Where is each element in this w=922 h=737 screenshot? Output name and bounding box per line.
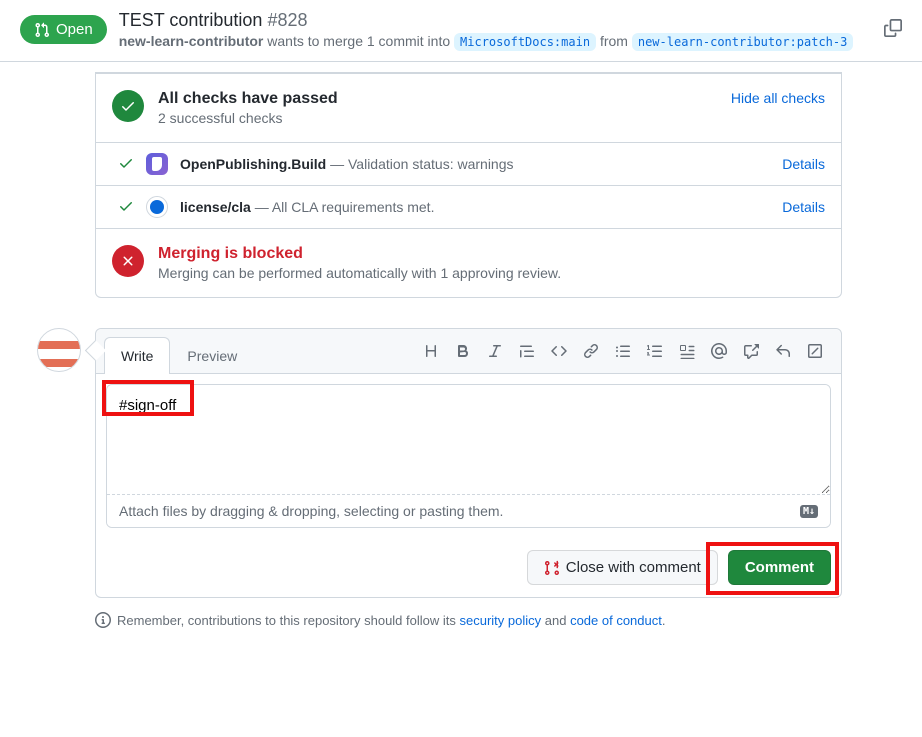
pr-title: TEST contribution #828: [119, 10, 872, 31]
quote-button[interactable]: [519, 343, 535, 359]
info-icon: [95, 612, 111, 628]
pr-meta: new-learn-contributor wants to merge 1 c…: [119, 33, 872, 49]
tasklist-button[interactable]: [679, 343, 695, 359]
check-success-icon: [118, 198, 134, 217]
pr-base-branch[interactable]: MicrosoftDocs:main: [454, 33, 596, 51]
check-name[interactable]: OpenPublishing.Build: [180, 156, 326, 172]
footer-mid: and: [541, 613, 570, 628]
code-icon: [551, 343, 567, 359]
unordered-list-button[interactable]: [615, 343, 631, 359]
pr-title-text: TEST contribution: [119, 10, 263, 30]
attach-files-hint[interactable]: Attach files by dragging & dropping, sel…: [107, 495, 830, 527]
check-details-link[interactable]: Details: [782, 156, 825, 172]
check-desc: — All CLA requirements met.: [251, 199, 435, 215]
tab-preview[interactable]: Preview: [170, 337, 254, 374]
merge-blocked-title: Merging is blocked: [158, 245, 825, 263]
pr-header-titles: TEST contribution #828 new-learn-contrib…: [119, 10, 872, 49]
italic-icon: [487, 343, 503, 359]
pr-author[interactable]: new-learn-contributor: [119, 33, 264, 49]
comment-button[interactable]: Comment: [728, 550, 831, 585]
heading-button[interactable]: [423, 343, 439, 359]
check-desc: — Validation status: warnings: [326, 156, 513, 172]
merge-blocked-sub: Merging can be performed automatically w…: [158, 265, 825, 281]
check-success-icon: [118, 155, 134, 174]
comment-btn-label: Comment: [745, 559, 814, 576]
mention-icon: [711, 343, 727, 359]
status-success-icon: [112, 90, 144, 122]
current-user-avatar[interactable]: [37, 328, 81, 372]
check-app-avatar: [146, 153, 168, 175]
footer-prefix: Remember, contributions to this reposito…: [117, 613, 460, 628]
git-pull-request-icon: [34, 22, 50, 38]
check-name[interactable]: license/cla: [180, 199, 251, 215]
pr-state-badge: Open: [20, 15, 107, 44]
comment-tabs: Write Preview: [96, 329, 841, 374]
x-icon: [120, 253, 136, 269]
check-icon: [120, 98, 136, 114]
cross-reference-icon: [743, 343, 759, 359]
status-blocked-icon: [112, 245, 144, 277]
tab-write[interactable]: Write: [104, 337, 170, 374]
check-row: OpenPublishing.Build — Validation status…: [96, 143, 841, 186]
footer-suffix: .: [662, 613, 666, 628]
bold-icon: [455, 343, 471, 359]
copy-icon: [884, 19, 902, 37]
check-icon: [118, 198, 134, 214]
check-row: license/cla — All CLA requirements met. …: [96, 186, 841, 229]
merge-blocked-section: Merging is blocked Merging can be perfor…: [96, 229, 841, 297]
check-icon: [118, 155, 134, 171]
pr-head-branch[interactable]: new-learn-contributor:patch-3: [632, 33, 854, 51]
link-button[interactable]: [583, 343, 599, 359]
check-app-avatar: [146, 196, 168, 218]
contribution-footer-note: Remember, contributions to this reposito…: [95, 612, 842, 628]
heading-icon: [423, 343, 439, 359]
reply-button[interactable]: [775, 343, 791, 359]
quote-icon: [519, 343, 535, 359]
pr-merge-verb: wants to merge 1 commit into: [267, 33, 450, 49]
attach-hint-text: Attach files by dragging & dropping, sel…: [119, 503, 503, 519]
link-icon: [583, 343, 599, 359]
close-btn-label: Close with comment: [566, 559, 701, 576]
list-unordered-icon: [615, 343, 631, 359]
pr-state-label: Open: [56, 21, 93, 38]
copy-branch-button[interactable]: [884, 19, 902, 40]
pr-number: #828: [267, 10, 307, 30]
comment-actions: Close with comment Comment: [96, 538, 841, 597]
mention-button[interactable]: [711, 343, 727, 359]
pr-header: Open TEST contribution #828 new-learn-co…: [0, 0, 922, 62]
check-details-link[interactable]: Details: [782, 199, 825, 215]
comment-form: Write Preview: [95, 328, 842, 598]
diff-ignored-icon: [807, 343, 823, 359]
list-ordered-icon: [647, 343, 663, 359]
markdown-badge[interactable]: M↓: [800, 505, 818, 518]
comment-textarea[interactable]: [107, 385, 830, 495]
italic-button[interactable]: [487, 343, 503, 359]
bold-button[interactable]: [455, 343, 471, 359]
hide-checks-link[interactable]: Hide all checks: [731, 90, 825, 106]
reference-button[interactable]: [743, 343, 759, 359]
git-pr-closed-icon: [544, 560, 560, 576]
checks-passed-sub: 2 successful checks: [158, 110, 717, 126]
pr-from-word: from: [600, 33, 628, 49]
checks-summary: All checks have passed 2 successful chec…: [96, 74, 841, 143]
ordered-list-button[interactable]: [647, 343, 663, 359]
code-of-conduct-link[interactable]: code of conduct: [570, 613, 662, 628]
merge-status-box: All checks have passed 2 successful chec…: [95, 72, 842, 298]
markdown-toolbar: [254, 343, 833, 367]
tasklist-icon: [679, 343, 695, 359]
close-with-comment-button[interactable]: Close with comment: [527, 550, 718, 585]
checks-passed-title: All checks have passed: [158, 90, 717, 108]
reply-icon: [775, 343, 791, 359]
slash-commands-button[interactable]: [807, 343, 823, 359]
code-button[interactable]: [551, 343, 567, 359]
security-policy-link[interactable]: security policy: [460, 613, 542, 628]
